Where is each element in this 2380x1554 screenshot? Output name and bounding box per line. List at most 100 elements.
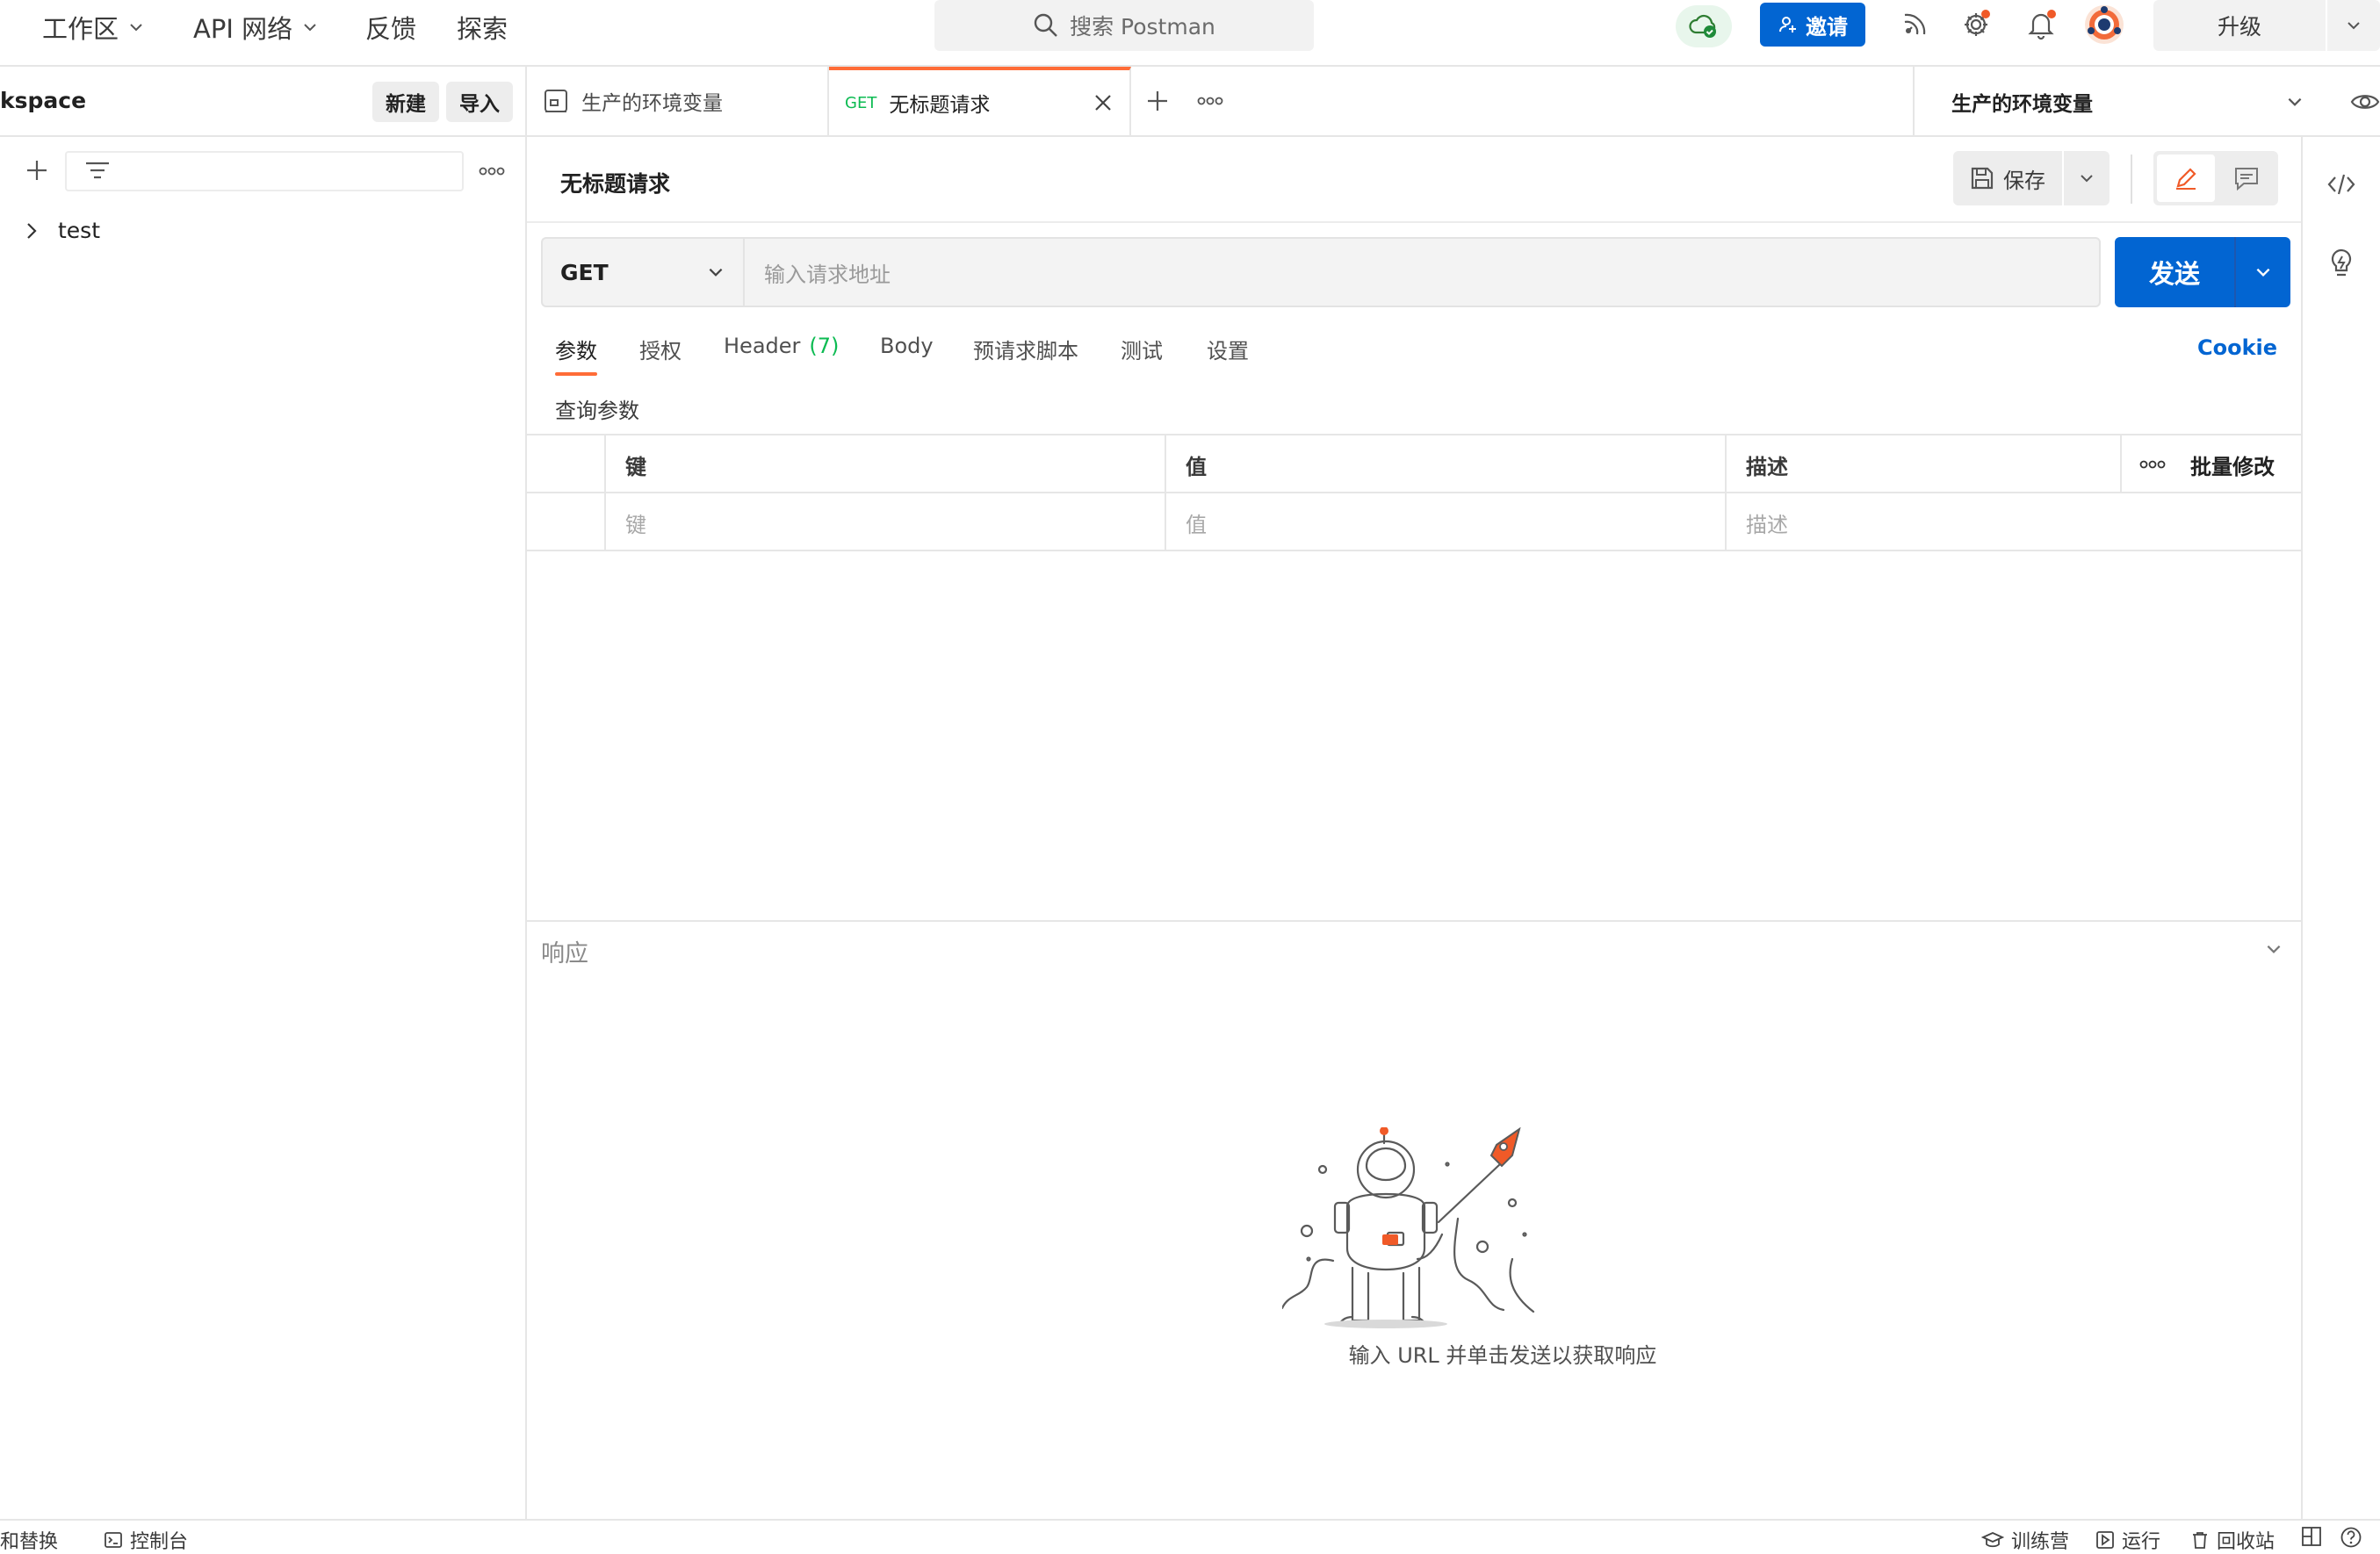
lightbulb-icon[interactable] [2320, 242, 2362, 284]
tab-prerequest-script[interactable]: 预请求脚本 [973, 334, 1078, 364]
chevron-down-icon[interactable] [2064, 151, 2110, 205]
tab-header-label: Header [724, 334, 801, 358]
new-button[interactable]: 新建 [372, 82, 439, 122]
bell-icon[interactable] [2020, 4, 2062, 46]
chevron-down-icon [706, 263, 725, 282]
divider [2131, 155, 2132, 204]
nav-explore[interactable]: 探索 [457, 9, 508, 46]
console-button[interactable]: 控制台 [104, 1526, 188, 1554]
tab-label: 生产的环境变量 [581, 92, 723, 115]
cloud-sync-icon[interactable] [1676, 5, 1732, 47]
tab-header-count: (7) [809, 334, 840, 358]
chevron-down-icon[interactable] [2285, 92, 2304, 112]
right-rail [2301, 137, 2380, 1519]
chevron-down-icon[interactable] [2236, 263, 2290, 282]
response-label: 响应 [541, 940, 588, 968]
find-replace-button[interactable]: 和替换 [0, 1526, 58, 1554]
invite-user-icon [1778, 14, 1799, 35]
eye-icon[interactable] [2350, 91, 2380, 112]
invite-button[interactable]: 邀请 [1760, 3, 1865, 47]
runner-button[interactable]: 运行 [2095, 1526, 2160, 1554]
bootcamp-label: 训练营 [2011, 1531, 2070, 1553]
global-search[interactable]: 搜索 Postman [934, 0, 1314, 51]
workspace-name: kspace [0, 88, 87, 113]
save-button-group: 保存 [1953, 151, 2110, 205]
runner-label: 运行 [2122, 1531, 2161, 1553]
chevron-down-icon [127, 18, 145, 36]
filter-input[interactable] [65, 151, 464, 191]
nav-workspace[interactable]: 工作区 [42, 9, 145, 46]
description-input[interactable]: 描述 [1725, 493, 2301, 551]
sidebar [0, 67, 527, 1519]
tree-item[interactable]: test [23, 218, 100, 243]
new-tab-icon[interactable] [1131, 67, 1184, 135]
environment-selector[interactable]: 生产的环境变量 [1913, 67, 2380, 137]
divider [527, 221, 2301, 223]
comment-icon[interactable] [2218, 155, 2275, 202]
avatar[interactable] [2083, 4, 2125, 46]
save-icon [1970, 166, 1994, 191]
tab-tests[interactable]: 测试 [1121, 334, 1163, 364]
tab-label: 无标题请求 [889, 94, 991, 117]
settings-icon[interactable] [1955, 4, 1997, 46]
bootcamp-icon [1981, 1530, 2004, 1550]
tab-auth[interactable]: 授权 [639, 334, 682, 364]
url-input[interactable]: 输入请求地址 [743, 237, 2101, 307]
send-button[interactable]: 发送 [2115, 254, 2234, 291]
save-label: 保存 [2003, 168, 2045, 193]
cookie-link[interactable]: Cookie [2197, 335, 2277, 360]
more-tabs-icon[interactable] [1184, 67, 1237, 135]
chevron-down-icon[interactable] [2264, 939, 2283, 959]
import-button[interactable]: 导入 [446, 82, 513, 122]
table-row: 键 值 描述 [527, 493, 2301, 551]
upgrade-button[interactable]: 升级 [2153, 0, 2380, 51]
nav-api-network-label: API 网络 [193, 14, 293, 44]
mode-toggle [2153, 151, 2278, 205]
code-icon[interactable] [2320, 163, 2362, 205]
method-badge: GET [845, 93, 877, 112]
filter-icon [84, 160, 111, 183]
request-title[interactable]: 无标题请求 [560, 167, 670, 198]
params-table: 键 值 描述 批量修改 键 值 描述 [527, 434, 2301, 551]
close-icon[interactable] [1093, 92, 1114, 113]
active-tab-indicator [555, 372, 597, 376]
nav-feedback[interactable]: 反馈 [365, 9, 416, 46]
invite-label: 邀请 [1806, 14, 1848, 40]
method-label: GET [560, 259, 609, 285]
more-icon[interactable] [2120, 435, 2183, 493]
key-input[interactable]: 键 [604, 493, 1165, 551]
tab-request[interactable]: GET 无标题请求 [829, 67, 1131, 135]
bulk-edit-button[interactable]: 批量修改 [2183, 435, 2301, 493]
add-collection-icon[interactable] [21, 155, 53, 186]
environment-label: 生产的环境变量 [1951, 93, 2093, 116]
more-icon[interactable] [474, 158, 509, 184]
bootcamp-button[interactable]: 训练营 [1981, 1526, 2069, 1554]
value-input[interactable]: 值 [1165, 493, 1725, 551]
url-placeholder: 输入请求地址 [764, 262, 891, 287]
save-button[interactable]: 保存 [1953, 151, 2064, 205]
tree-item-label: test [58, 218, 101, 243]
tab-settings[interactable]: 设置 [1207, 334, 1249, 364]
trash-button[interactable]: 回收站 [2190, 1526, 2275, 1554]
pencil-icon[interactable] [2157, 155, 2215, 202]
satellite-icon[interactable] [1893, 4, 1936, 46]
nav-api-network[interactable]: API 网络 [193, 9, 319, 46]
top-bar: 工作区 API 网络 反馈 探索 搜索 Postman 邀请 升级 [0, 0, 2380, 67]
chevron-down-icon[interactable] [2327, 17, 2380, 34]
tab-params[interactable]: 参数 [555, 334, 597, 364]
chevron-right-icon[interactable] [23, 220, 40, 241]
nav-workspace-label: 工作区 [42, 14, 119, 44]
send-button-group: 发送 [2115, 237, 2290, 307]
response-hint: 输入 URL 并单击发送以获取响应 [1348, 1343, 1657, 1368]
tab-environment[interactable]: 生产的环境变量 [527, 67, 829, 135]
method-select[interactable]: GET [541, 237, 743, 307]
console-label: 控制台 [130, 1531, 189, 1553]
tab-header[interactable]: Header (7) [724, 334, 839, 358]
astronaut-illustration [1282, 1127, 1546, 1329]
status-bar: 和替换 控制台 训练营 运行 回收站 [0, 1519, 2380, 1554]
layout-icon[interactable] [2301, 1526, 2322, 1547]
help-icon[interactable] [2340, 1526, 2362, 1549]
search-placeholder: 搜索 Postman [1070, 14, 1215, 40]
tab-body[interactable]: Body [880, 334, 934, 358]
column-header-value: 值 [1165, 435, 1725, 493]
